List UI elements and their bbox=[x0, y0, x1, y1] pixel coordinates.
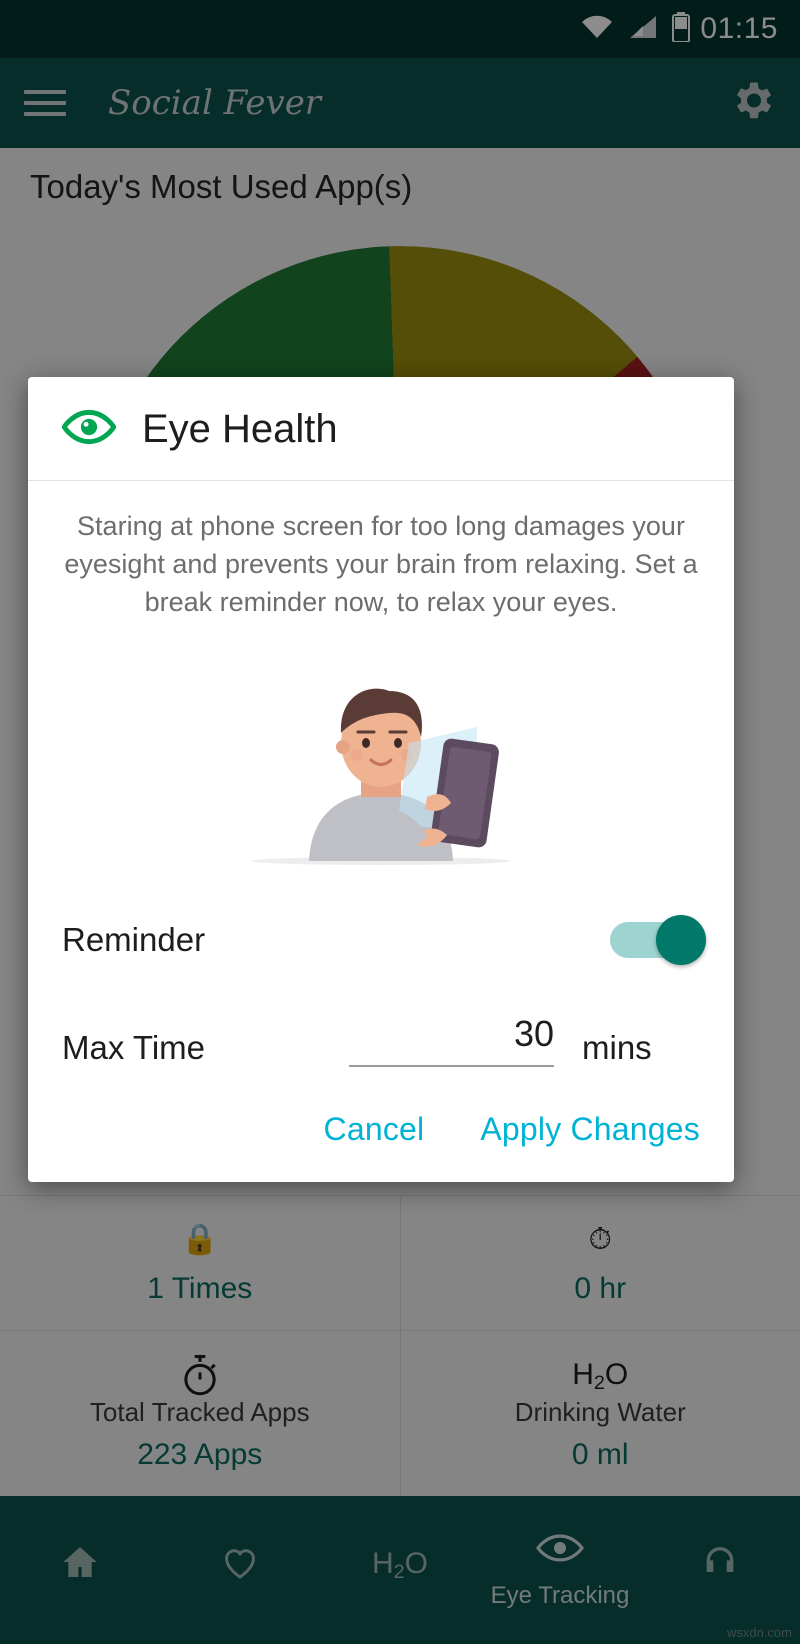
reminder-row: Reminder bbox=[62, 887, 706, 977]
max-time-input[interactable]: 30 bbox=[349, 1013, 554, 1067]
dialog-description: Staring at phone screen for too long dam… bbox=[64, 511, 698, 617]
reminder-toggle[interactable] bbox=[610, 915, 706, 965]
max-time-unit: mins bbox=[582, 1029, 652, 1066]
cancel-button[interactable]: Cancel bbox=[324, 1111, 425, 1148]
reminder-label: Reminder bbox=[62, 921, 206, 958]
eye-icon bbox=[61, 407, 117, 452]
dialog-header: Eye Health bbox=[28, 377, 734, 481]
max-time-row: Max Time 30 mins bbox=[62, 977, 700, 1077]
boy-reading-tablet-illustration bbox=[62, 647, 700, 877]
eye-health-dialog: Eye Health Staring at phone screen for t… bbox=[28, 377, 734, 1182]
toggle-knob bbox=[656, 915, 706, 965]
dialog-title: Eye Health bbox=[142, 407, 338, 451]
max-time-label: Max Time bbox=[62, 1029, 206, 1066]
apply-changes-button[interactable]: Apply Changes bbox=[480, 1111, 700, 1148]
dialog-body: Staring at phone screen for too long dam… bbox=[28, 481, 734, 1077]
dialog-actions: Cancel Apply Changes bbox=[28, 1077, 734, 1182]
